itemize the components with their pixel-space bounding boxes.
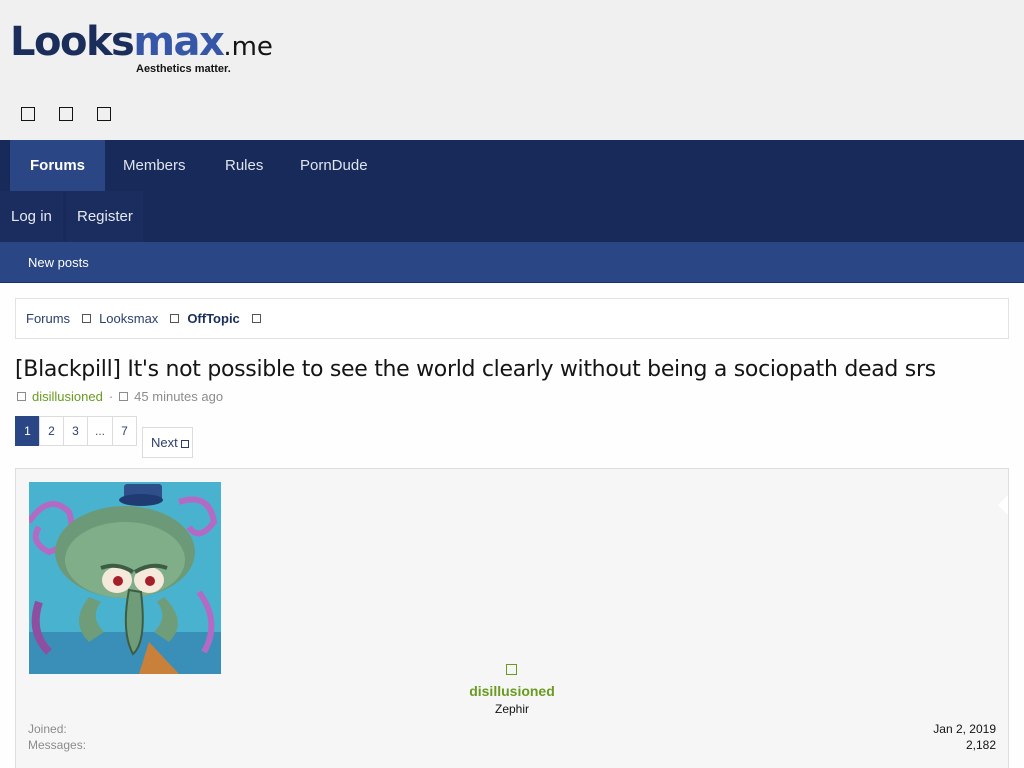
thread-author-link[interactable]: disillusioned (32, 389, 103, 404)
post-arrow-icon (998, 495, 1008, 515)
clock-icon (119, 392, 129, 401)
page-link-3[interactable]: 3 (63, 416, 88, 446)
avatar[interactable] (29, 482, 221, 674)
avatar-image (29, 482, 221, 674)
breadcrumb: Forums Looksmax OffTopic (15, 298, 1009, 339)
page-link-2[interactable]: 2 (39, 416, 64, 446)
post-user-title: Zephir (494, 702, 529, 716)
pagination: 1 2 3 ... 7 (15, 416, 137, 446)
stat-messages: Messages: 2,182 (28, 738, 996, 752)
breadcrumb-separator-icon (251, 314, 261, 323)
thread-time[interactable]: 45 minutes ago (134, 389, 223, 404)
new-posts-link[interactable]: New posts (28, 242, 89, 283)
breadcrumb-looksmax[interactable]: Looksmax (99, 311, 158, 326)
user-icon (17, 392, 26, 401)
chevron-right-icon (180, 439, 189, 448)
next-page-button[interactable]: Next (142, 427, 193, 458)
joined-value: Jan 2, 2019 (933, 722, 996, 736)
stat-joined: Joined: Jan 2, 2019 (28, 722, 996, 736)
online-status-icon (506, 664, 517, 675)
square-icon[interactable] (97, 107, 111, 121)
register-button[interactable]: Register (66, 191, 143, 242)
site-logo[interactable]: Looksmax.me Aesthetics matter. (10, 19, 273, 80)
page-link-1[interactable]: 1 (15, 416, 40, 446)
sub-nav: New posts (0, 242, 1024, 283)
square-icon[interactable] (21, 107, 35, 121)
page-link-7[interactable]: 7 (112, 416, 137, 446)
meta-separator: · (108, 389, 114, 404)
square-icon[interactable] (59, 107, 73, 121)
tab-members[interactable]: Members (103, 140, 206, 191)
breadcrumb-separator-icon (82, 314, 92, 323)
account-bar: Log in Register (0, 191, 1024, 242)
breadcrumb-separator-icon (170, 314, 180, 323)
login-button[interactable]: Log in (0, 191, 63, 242)
messages-label: Messages: (28, 738, 87, 752)
post-message: disillusioned Zephir Joined: Jan 2, 2019… (15, 468, 1009, 768)
tab-rules[interactable]: Rules (205, 140, 283, 191)
breadcrumb-forums[interactable]: Forums (26, 311, 70, 326)
post-username[interactable]: disillusioned (16, 683, 1008, 699)
next-label: Next (151, 435, 178, 450)
thread-title: [Blackpill] It's not possible to see the… (15, 357, 936, 382)
breadcrumb-offtopic[interactable]: OffTopic (187, 311, 239, 326)
site-header: Looksmax.me Aesthetics matter. (0, 0, 1024, 140)
logo-text: Looksmax.me (10, 19, 273, 65)
thread-meta: disillusioned · 45 minutes ago (17, 389, 223, 404)
page-jump[interactable]: ... (87, 416, 113, 446)
messages-value[interactable]: 2,182 (966, 738, 996, 752)
tab-forums[interactable]: Forums (10, 140, 106, 191)
main-nav: Forums Members Rules PornDude (0, 140, 1024, 191)
joined-label: Joined: (28, 722, 67, 736)
header-icon-row (21, 107, 111, 121)
logo-tagline: Aesthetics matter. (136, 63, 231, 75)
tab-porndude[interactable]: PornDude (280, 140, 388, 191)
